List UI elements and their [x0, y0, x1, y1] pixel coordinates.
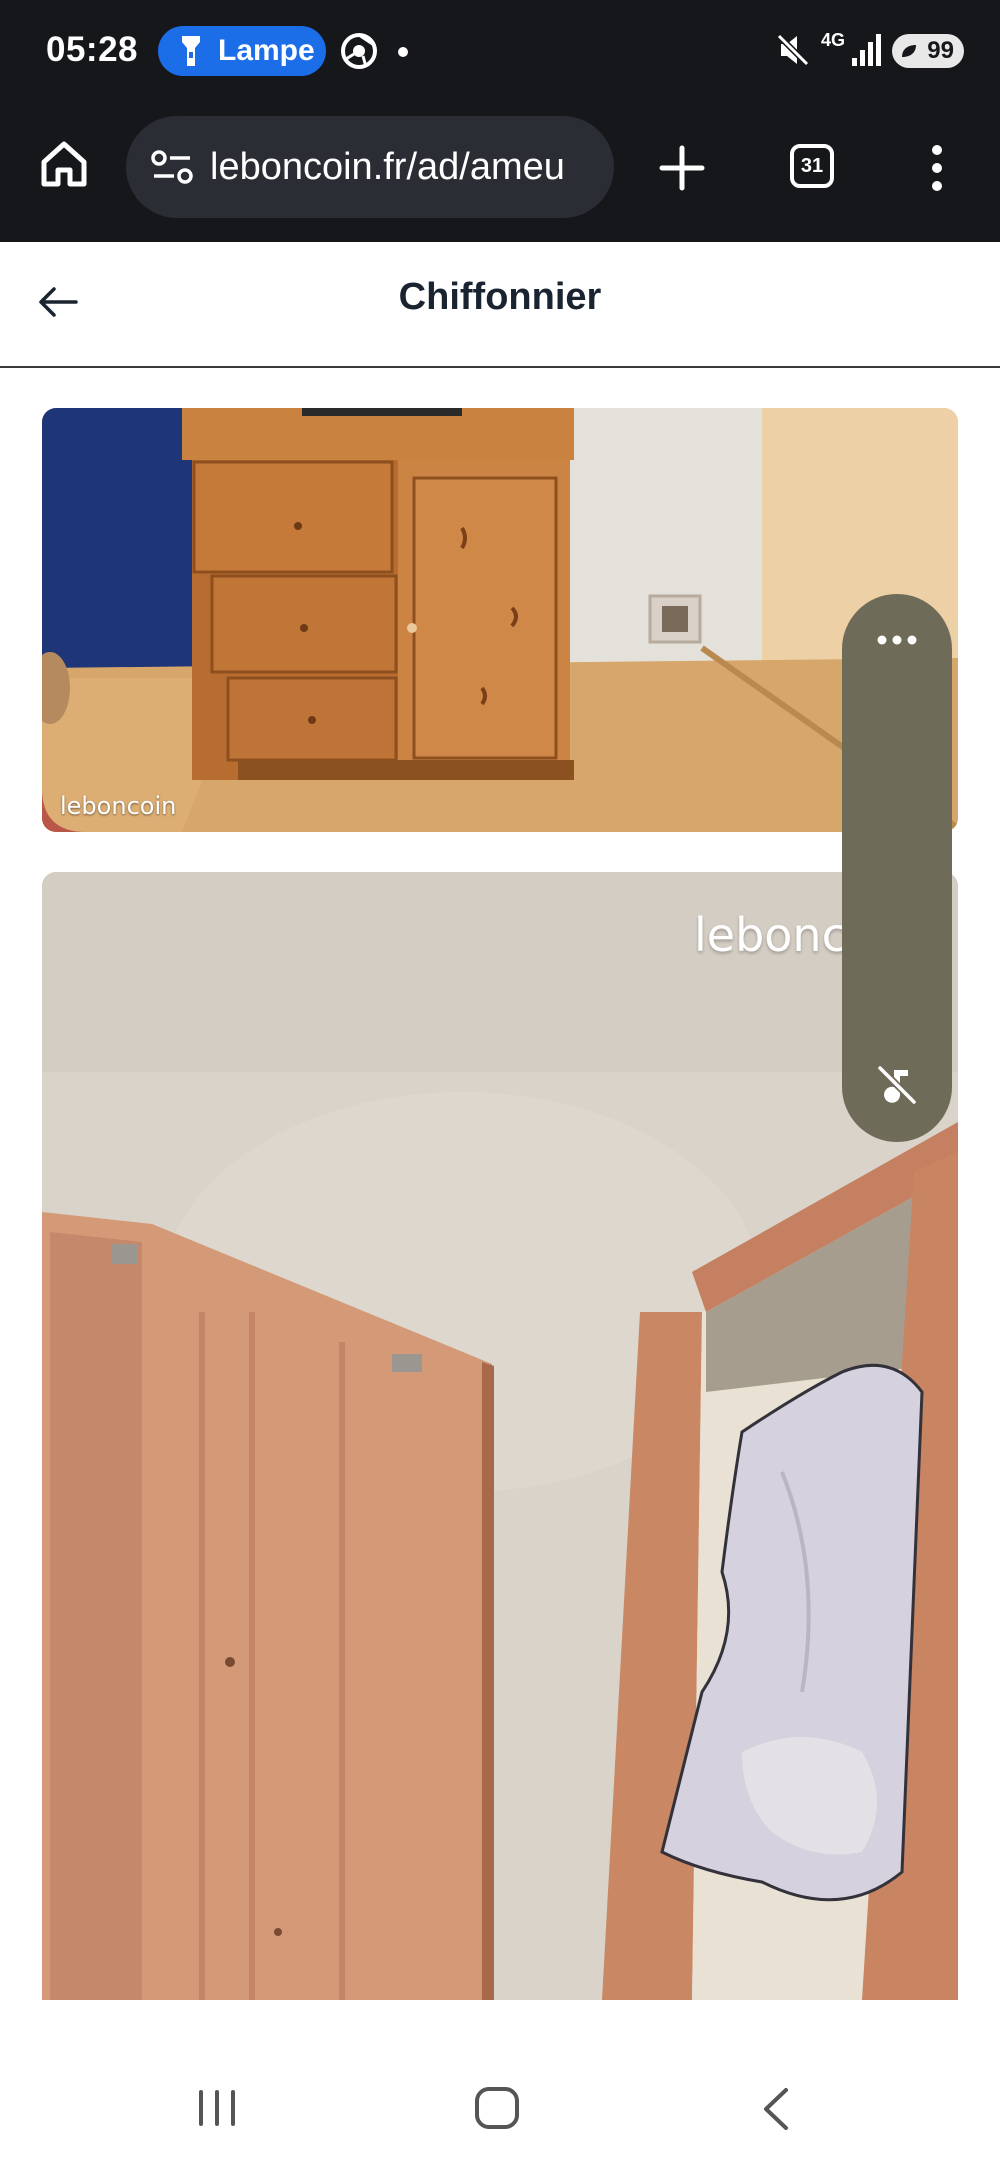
url-text: leboncoin.fr/ad/ameu — [210, 145, 565, 188]
watermark-2: lebonc — [694, 908, 847, 962]
flashlight-chip[interactable]: Lampe — [158, 26, 326, 76]
status-time: 05:28 — [46, 30, 139, 69]
recent-apps-icon[interactable] — [196, 2090, 238, 2126]
flashlight-icon — [182, 36, 200, 66]
battery-indicator: 99 — [892, 34, 964, 68]
tab-switcher-button[interactable]: 31 — [790, 144, 834, 188]
nav-back-icon[interactable] — [760, 2086, 790, 2132]
watermark-1: leboncoin — [60, 792, 177, 820]
plus-icon[interactable] — [658, 144, 706, 192]
nav-home-icon[interactable] — [474, 2086, 520, 2130]
chrome-icon — [341, 33, 377, 69]
home-icon[interactable] — [38, 138, 90, 190]
ad-photo-2[interactable]: lebonc — [42, 872, 958, 2000]
page-title: Chiffonnier — [398, 276, 602, 318]
music-off-icon[interactable] — [874, 1062, 920, 1108]
site-settings-icon[interactable] — [150, 149, 194, 185]
tab-count: 31 — [800, 154, 824, 177]
chiffonnier-photo-2 — [42, 872, 958, 2000]
flashlight-label: Lampe — [218, 34, 315, 67]
ad-photo-1[interactable]: leboncoin — [42, 408, 958, 832]
signal-icon — [852, 34, 881, 66]
floating-media-controls[interactable] — [842, 594, 952, 1142]
chiffonnier-photo-1 — [42, 408, 958, 832]
battery-level: 99 — [927, 37, 954, 64]
more-icon[interactable] — [876, 634, 918, 646]
notification-dot — [398, 47, 408, 57]
menu-icon[interactable] — [924, 142, 950, 194]
status-bar: 05:28 Lampe 4G 99 — [0, 0, 1000, 108]
network-type: 4G — [820, 30, 845, 50]
address-bar[interactable]: leboncoin.fr/ad/ameu — [126, 116, 614, 218]
mute-icon — [776, 33, 810, 67]
battery-saver-icon — [902, 45, 916, 57]
